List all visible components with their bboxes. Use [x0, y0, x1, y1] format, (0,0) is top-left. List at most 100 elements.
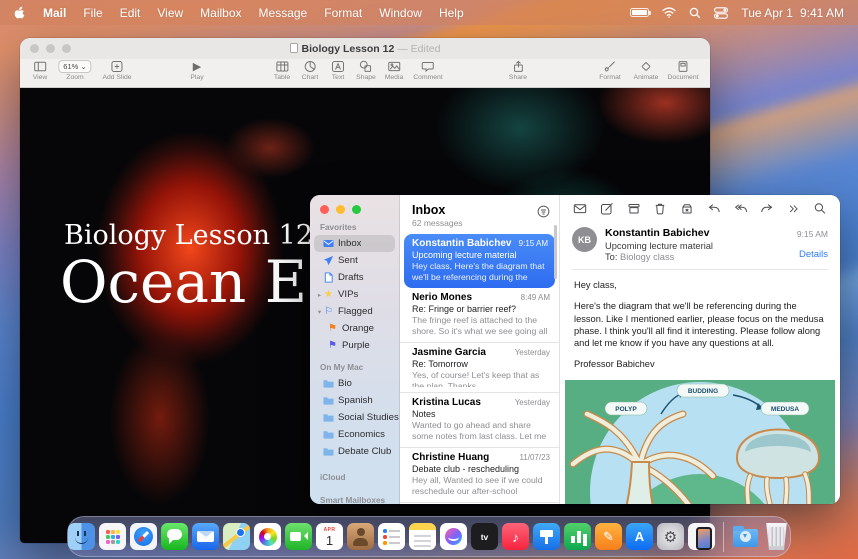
sidebar-header-smart-mailboxes[interactable]: Smart Mailboxes [310, 485, 399, 504]
mail-traffic-lights[interactable] [310, 195, 399, 214]
reply-all-button[interactable] [734, 202, 748, 215]
battery-icon[interactable] [630, 8, 649, 17]
chevron-down-icon[interactable]: ▾ [316, 308, 323, 316]
menu-format[interactable]: Format [324, 6, 362, 20]
menu-message[interactable]: Message [259, 6, 308, 20]
zoom-button[interactable] [352, 205, 361, 214]
sidebar-item-orange-flag[interactable]: ⚑ Orange [310, 320, 399, 337]
menu-view[interactable]: View [157, 6, 183, 20]
sidebar-item-social-studies[interactable]: Social Studies [310, 409, 399, 426]
sidebar-item-spanish[interactable]: Spanish [310, 392, 399, 409]
dock-mail-icon[interactable] [192, 523, 219, 550]
dock-contacts-icon[interactable] [347, 523, 374, 550]
keynote-media-button[interactable]: Media [385, 59, 404, 81]
zoom-value-dropdown[interactable]: 61% ⌄ [58, 60, 91, 73]
date-label: Tue Apr 1 [741, 6, 793, 20]
keynote-document-button[interactable]: Document [668, 59, 699, 81]
filter-icon[interactable] [537, 205, 550, 220]
get-mail-button[interactable] [573, 202, 587, 215]
dock-maps-icon[interactable] [223, 523, 250, 550]
keynote-view-button[interactable]: View [33, 59, 48, 81]
message-row-selected[interactable]: Konstantin Babichev9:15 AM Upcoming lect… [404, 234, 555, 288]
dock-numbers-icon[interactable] [564, 523, 591, 550]
dock-settings-icon[interactable]: ⚙ [657, 523, 684, 550]
menu-file[interactable]: File [83, 6, 102, 20]
sidebar-item-economics[interactable]: Economics [310, 426, 399, 443]
play-icon: ▶ [190, 59, 203, 73]
junk-button[interactable] [680, 202, 694, 215]
dock-pages-icon[interactable]: ✎ [595, 523, 622, 550]
message-row[interactable]: Darla Davidson11/05/23 Tomorrow's class … [400, 502, 559, 504]
keynote-table-button[interactable]: Table [274, 59, 290, 81]
scrollbar[interactable] [554, 225, 557, 279]
sidebar-item-debate-club[interactable]: Debate Club [310, 443, 399, 460]
dock-music-icon[interactable]: ♪ [502, 523, 529, 550]
add-slide-icon [110, 60, 123, 73]
dock-downloads-folder-icon[interactable] [732, 523, 759, 550]
keynote-text-button[interactable]: Text [332, 59, 345, 81]
delete-button[interactable] [653, 202, 667, 215]
forward-button[interactable] [760, 202, 774, 215]
dock-safari-icon[interactable] [130, 523, 157, 550]
dock-finder-icon[interactable] [68, 523, 95, 550]
dock-iphone-mirroring-icon[interactable] [688, 523, 715, 550]
menu-edit[interactable]: Edit [120, 6, 141, 20]
dock-calendar-icon[interactable]: APR 1 [316, 523, 343, 550]
archive-button[interactable] [627, 202, 641, 215]
apple-menu[interactable] [14, 6, 26, 20]
recipient-line: To: Biology class [605, 252, 797, 262]
minimize-button[interactable] [336, 205, 345, 214]
menu-bar-clock[interactable]: Tue Apr 1 9:41 AM [741, 6, 844, 20]
sidebar-item-vips[interactable]: ▸ ★ VIPs [310, 286, 399, 303]
dock-appletv-icon[interactable]: tv [471, 523, 498, 550]
menu-window[interactable]: Window [379, 6, 422, 20]
keynote-animate-button[interactable]: Animate [634, 59, 659, 81]
dock-trash-icon[interactable] [763, 523, 790, 550]
sidebar-item-drafts[interactable]: Drafts [310, 269, 399, 286]
message-row[interactable]: Nerio Mones8:49 AM Re: Fringe or barrier… [400, 288, 559, 342]
menu-app-name[interactable]: Mail [43, 6, 66, 20]
dock-messages-icon[interactable] [161, 523, 188, 550]
reply-button[interactable] [707, 202, 721, 215]
sidebar-item-inbox[interactable]: Inbox [314, 235, 395, 252]
spotlight-search-icon[interactable] [689, 7, 701, 19]
keynote-play-button[interactable]: ▶ Play [190, 59, 203, 81]
message-row[interactable]: Christine Huang11/07/23 Debate club - re… [400, 447, 559, 502]
sidebar-item-sent[interactable]: Sent [310, 252, 399, 269]
chevron-right-icon[interactable]: ▸ [316, 291, 323, 299]
control-center-icon[interactable] [714, 7, 728, 19]
dock-notes-icon[interactable] [409, 523, 436, 550]
sidebar-item-flagged[interactable]: ▾ ⚐ Flagged [310, 303, 399, 320]
dock-appstore-icon[interactable]: A [626, 523, 653, 550]
sidebar-item-purple-flag[interactable]: ⚑ Purple [310, 337, 399, 354]
dock-reminders-icon[interactable] [378, 523, 405, 550]
menu-mailbox[interactable]: Mailbox [200, 6, 241, 20]
keynote-comment-button[interactable]: Comment [413, 59, 442, 81]
dock-keynote-icon[interactable] [533, 523, 560, 550]
close-button[interactable] [320, 205, 329, 214]
slide-subtitle: Biology Lesson 12 [64, 220, 313, 251]
keynote-zoom-control[interactable]: 61% ⌄ Zoom [58, 59, 91, 81]
folder-icon [323, 378, 334, 389]
keynote-share-button[interactable]: Share [509, 59, 527, 81]
dock-freeform-icon[interactable] [440, 523, 467, 550]
search-icon[interactable] [813, 202, 827, 215]
sidebar-item-bio[interactable]: Bio [310, 375, 399, 392]
keynote-titlebar[interactable]: Biology Lesson 12 — Edited [20, 38, 710, 59]
keynote-shape-button[interactable]: Shape [356, 59, 376, 81]
dock-photos-icon[interactable] [254, 523, 281, 550]
details-link[interactable]: Details [797, 249, 828, 260]
dock-facetime-icon[interactable] [285, 523, 312, 550]
keynote-chart-button[interactable]: Chart [302, 59, 319, 81]
message-row[interactable]: Jasmine GarciaYesterday Re: Tomorrow Yes… [400, 342, 559, 392]
menu-help[interactable]: Help [439, 6, 464, 20]
wifi-icon[interactable] [662, 7, 676, 18]
more-actions-button[interactable] [787, 203, 800, 215]
dock-launchpad-icon[interactable] [99, 523, 126, 550]
keynote-add-slide-button[interactable]: Add Slide [102, 59, 131, 81]
message-row[interactable]: Kristina LucasYesterday Notes Wanted to … [400, 392, 559, 447]
apple-logo-icon [14, 6, 26, 20]
compose-button[interactable] [600, 202, 614, 215]
sidebar-header-icloud[interactable]: iCloud [310, 460, 399, 485]
keynote-format-button[interactable]: Format [599, 59, 621, 81]
